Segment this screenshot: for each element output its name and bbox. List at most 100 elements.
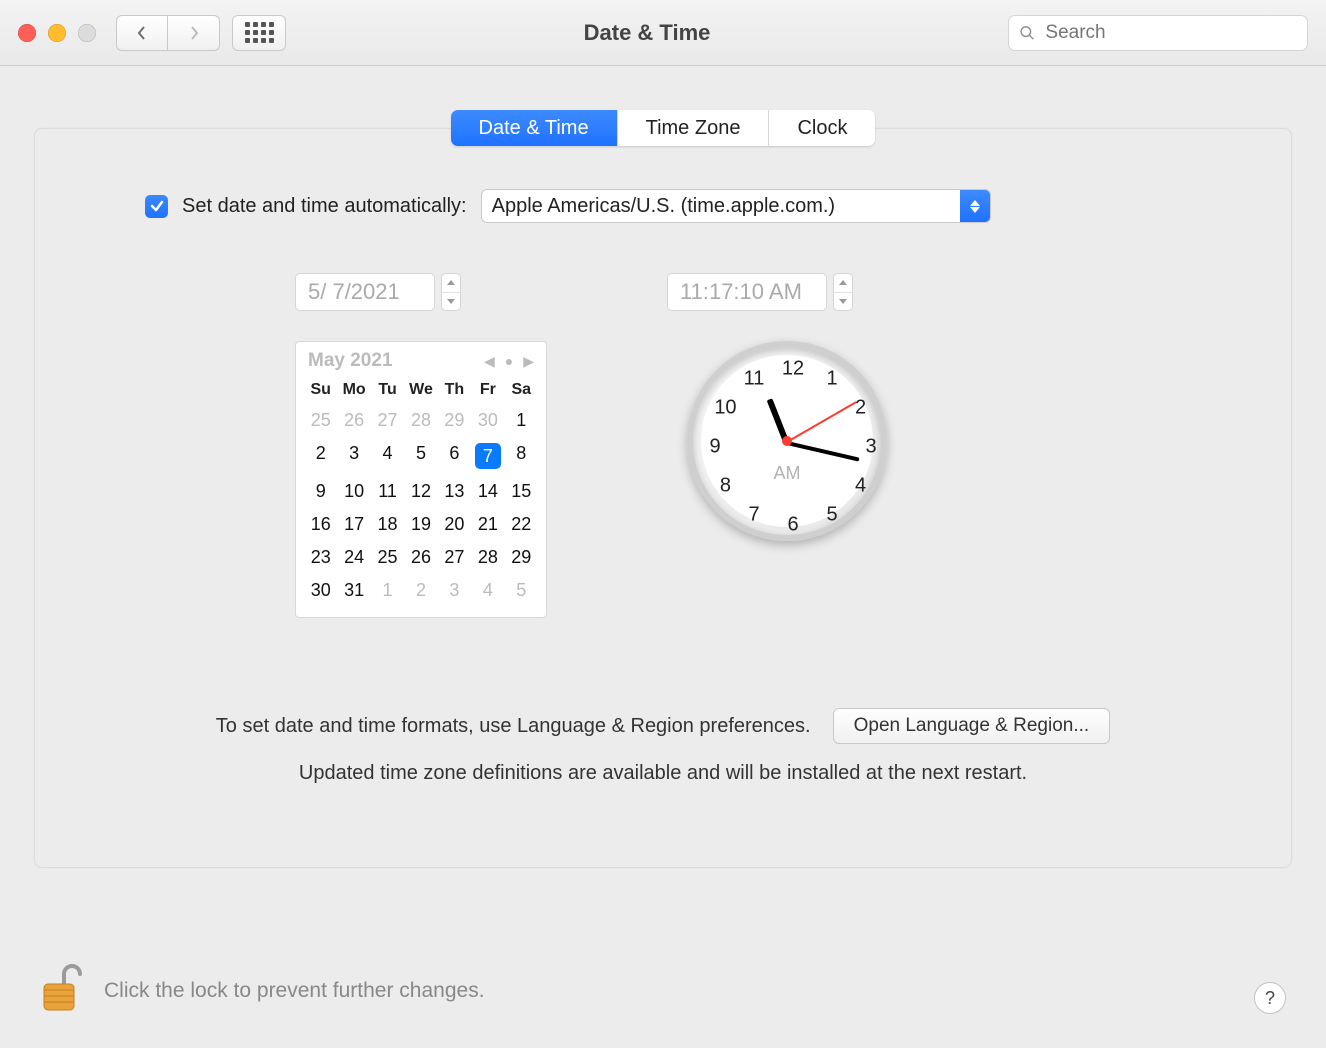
calendar-day[interactable]: 5 (404, 437, 437, 475)
date-stepper[interactable] (441, 273, 461, 311)
calendar-weekday: Sa (505, 376, 538, 404)
date-column: 5/ 7/2021 May 2021 ◀ ● ▶ (295, 273, 547, 618)
calendar-day[interactable]: 4 (471, 574, 504, 607)
calendar-day[interactable]: 13 (438, 475, 471, 508)
clock-number: 4 (855, 475, 866, 498)
calendar-day[interactable]: 8 (505, 437, 538, 475)
calendar-title: May 2021 (308, 350, 393, 372)
chevron-up-icon (834, 274, 852, 293)
date-field[interactable]: 5/ 7/2021 (295, 273, 435, 311)
calendar-weekday: Tu (371, 376, 404, 404)
open-language-region-button[interactable]: Open Language & Region... (833, 708, 1111, 744)
calendar-day[interactable]: 10 (337, 475, 370, 508)
calendar-day[interactable]: 3 (438, 574, 471, 607)
time-server-combobox[interactable]: Apple Americas/U.S. (time.apple.com.) (481, 189, 991, 223)
calendar-next-button[interactable]: ▶ (523, 353, 534, 370)
lock-row: Click the lock to prevent further change… (40, 964, 485, 1018)
restart-note: Updated time zone definitions are availa… (85, 762, 1241, 785)
chevron-down-icon (442, 293, 460, 311)
calendar-day[interactable]: 20 (438, 508, 471, 541)
calendar-day[interactable]: 24 (337, 541, 370, 574)
toolbar: Date & Time (0, 0, 1326, 66)
time-field[interactable]: 11:17:10 AM (667, 273, 827, 311)
calendar-day[interactable]: 19 (404, 508, 437, 541)
calendar-day[interactable]: 2 (304, 437, 337, 475)
time-stepper[interactable] (833, 273, 853, 311)
search-input[interactable] (1043, 21, 1297, 45)
search-field[interactable] (1008, 15, 1308, 51)
lock-text: Click the lock to prevent further change… (104, 979, 485, 1003)
nav-buttons (116, 15, 220, 51)
calendar-weekday: Th (438, 376, 471, 404)
calendar-day[interactable]: 25 (304, 404, 337, 437)
preferences-panel: Set date and time automatically: Apple A… (34, 128, 1292, 868)
search-icon (1019, 24, 1035, 42)
zoom-window-button[interactable] (78, 24, 96, 42)
calendar-day[interactable]: 6 (438, 437, 471, 475)
calendar-weekday: Su (304, 376, 337, 404)
close-window-button[interactable] (18, 24, 36, 42)
grid-icon (245, 22, 274, 43)
calendar-day[interactable]: 28 (404, 404, 437, 437)
calendar-day[interactable]: 21 (471, 508, 504, 541)
calendar-day[interactable]: 27 (438, 541, 471, 574)
forward-button[interactable] (168, 15, 220, 51)
calendar: May 2021 ◀ ● ▶ SuMoTuWeThFrSa25262728293… (295, 341, 547, 618)
lock-icon[interactable] (40, 964, 82, 1018)
calendar-day[interactable]: 25 (371, 541, 404, 574)
calendar-today-button[interactable]: ● (505, 353, 513, 369)
calendar-weekday: Mo (337, 376, 370, 404)
calendar-day[interactable]: 17 (337, 508, 370, 541)
calendar-day[interactable]: 2 (404, 574, 437, 607)
auto-set-label: Set date and time automatically: (182, 195, 467, 218)
calendar-day[interactable]: 14 (471, 475, 504, 508)
calendar-day[interactable]: 26 (404, 541, 437, 574)
calendar-day[interactable]: 3 (337, 437, 370, 475)
show-all-button[interactable] (232, 15, 286, 51)
calendar-day[interactable]: 12 (404, 475, 437, 508)
calendar-weekday: Fr (471, 376, 504, 404)
calendar-day[interactable]: 30 (471, 404, 504, 437)
tab-clock[interactable]: Clock (769, 110, 875, 146)
clock-number: 3 (865, 436, 876, 459)
calendar-day[interactable]: 27 (371, 404, 404, 437)
minimize-window-button[interactable] (48, 24, 66, 42)
analog-clock: AM 121234567891011 (687, 341, 887, 541)
auto-set-checkbox[interactable] (145, 195, 168, 218)
calendar-weekday: We (404, 376, 437, 404)
tab-time-zone[interactable]: Time Zone (618, 110, 770, 146)
calendar-day[interactable]: 28 (471, 541, 504, 574)
chevron-up-icon (442, 274, 460, 293)
calendar-day[interactable]: 23 (304, 541, 337, 574)
formats-hint: To set date and time formats, use Langua… (216, 715, 811, 738)
clock-number: 7 (748, 503, 759, 526)
window-title: Date & Time (298, 20, 996, 46)
calendar-day[interactable]: 1 (505, 404, 538, 437)
calendar-day[interactable]: 4 (371, 437, 404, 475)
calendar-day[interactable]: 5 (505, 574, 538, 607)
calendar-day[interactable]: 26 (337, 404, 370, 437)
tab-date-time[interactable]: Date & Time (451, 110, 618, 146)
calendar-day[interactable]: 30 (304, 574, 337, 607)
tab-control: Date & Time Time Zone Clock (451, 110, 876, 146)
calendar-day[interactable]: 16 (304, 508, 337, 541)
calendar-day[interactable]: 22 (505, 508, 538, 541)
calendar-day[interactable]: 9 (304, 475, 337, 508)
calendar-day[interactable]: 18 (371, 508, 404, 541)
checkmark-icon (150, 199, 164, 213)
calendar-day[interactable]: 29 (505, 541, 538, 574)
clock-number: 8 (720, 475, 731, 498)
calendar-day[interactable]: 7 (471, 437, 504, 475)
calendar-day[interactable]: 15 (505, 475, 538, 508)
clock-ampm: AM (774, 463, 801, 484)
calendar-day[interactable]: 11 (371, 475, 404, 508)
calendar-day[interactable]: 1 (371, 574, 404, 607)
calendar-prev-button[interactable]: ◀ (484, 353, 495, 370)
time-column: 11:17:10 AM AM 121234567891011 (667, 273, 887, 618)
help-button[interactable]: ? (1254, 982, 1286, 1014)
back-button[interactable] (116, 15, 168, 51)
calendar-day[interactable]: 31 (337, 574, 370, 607)
calendar-day[interactable]: 29 (438, 404, 471, 437)
time-server-value: Apple Americas/U.S. (time.apple.com.) (482, 195, 960, 218)
chevron-down-icon (834, 293, 852, 311)
